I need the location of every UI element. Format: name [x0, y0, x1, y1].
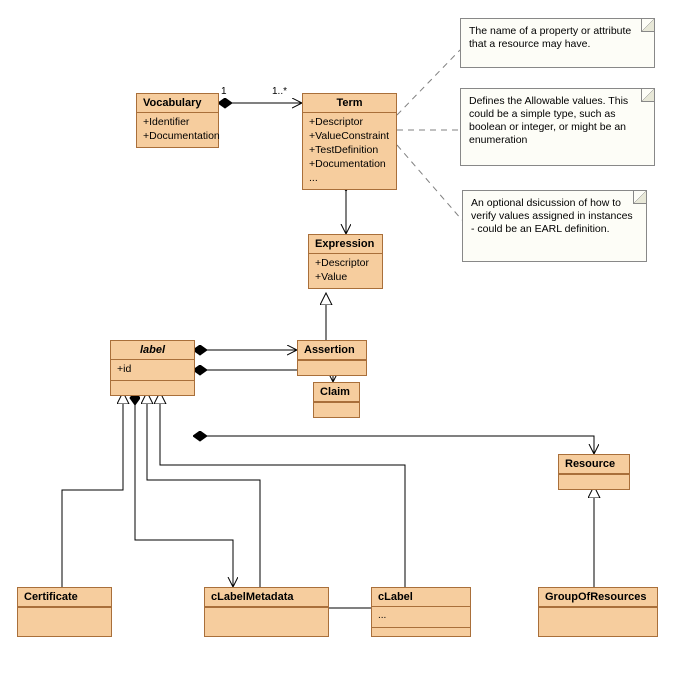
diagram-canvas: { "classes": { "vocabulary": { "name": "…	[0, 0, 678, 685]
class-clabel: cLabel ...	[371, 587, 471, 637]
class-attrs: +id	[111, 360, 194, 380]
note-fold-icon	[641, 19, 654, 32]
multiplicity-vocabulary: 1	[221, 86, 227, 97]
class-ops	[372, 627, 470, 642]
class-name: Claim	[314, 383, 359, 402]
class-ops	[111, 380, 194, 395]
note-testdefinition: An optional dsicussion of how to verify …	[462, 190, 647, 262]
attr: ...	[309, 171, 390, 185]
class-vocabulary: Vocabulary +Identifier +Documentation	[136, 93, 219, 148]
class-name: cLabel	[372, 588, 470, 607]
class-name: label	[111, 341, 194, 360]
attr: +Identifier	[143, 115, 212, 129]
class-ops	[559, 474, 629, 489]
class-attrs: +Descriptor +Value	[309, 254, 382, 288]
class-attrs: ...	[372, 607, 470, 627]
class-name: Certificate	[18, 588, 111, 607]
note-text: The name of a property or attribute that…	[469, 25, 631, 50]
class-clabelmetadata: cLabelMetadata	[204, 587, 329, 637]
attr: +Descriptor	[315, 256, 376, 270]
class-name: Expression	[309, 235, 382, 254]
note-text: An optional dsicussion of how to verify …	[471, 197, 633, 235]
note-text: Defines the Allowable values. This could…	[469, 95, 628, 146]
class-ops	[18, 607, 111, 622]
class-name: Resource	[559, 455, 629, 474]
multiplicity-term: 1..*	[272, 86, 287, 97]
class-name: Assertion	[298, 341, 366, 360]
class-attrs: +Descriptor +ValueConstraint +TestDefini…	[303, 113, 396, 189]
class-name: Term	[303, 94, 396, 113]
attr: +Documentation	[143, 129, 212, 143]
attr: +Descriptor	[309, 115, 390, 129]
attr: +Value	[315, 270, 376, 284]
class-name: cLabelMetadata	[205, 588, 328, 607]
class-assertion: Assertion	[297, 340, 367, 376]
class-name: GroupOfResources	[539, 588, 657, 607]
attr: +TestDefinition	[309, 143, 390, 157]
class-resource: Resource	[558, 454, 630, 490]
class-ops	[314, 402, 359, 417]
note-descriptor: The name of a property or attribute that…	[460, 18, 655, 68]
note-fold-icon	[633, 191, 646, 204]
class-ops	[539, 607, 657, 622]
attr: +Documentation	[309, 157, 390, 171]
class-ops	[205, 607, 328, 622]
class-name: Vocabulary	[137, 94, 218, 113]
class-ops	[298, 360, 366, 375]
class-label: label +id	[110, 340, 195, 396]
class-claim: Claim	[313, 382, 360, 418]
note-fold-icon	[641, 89, 654, 102]
class-certificate: Certificate	[17, 587, 112, 637]
class-term: Term +Descriptor +ValueConstraint +TestD…	[302, 93, 397, 190]
class-expression: Expression +Descriptor +Value	[308, 234, 383, 289]
attr: +id	[117, 362, 188, 376]
attr: +ValueConstraint	[309, 129, 390, 143]
class-groupofresources: GroupOfResources	[538, 587, 658, 637]
class-attrs: +Identifier +Documentation	[137, 113, 218, 147]
note-valueconstraint: Defines the Allowable values. This could…	[460, 88, 655, 166]
